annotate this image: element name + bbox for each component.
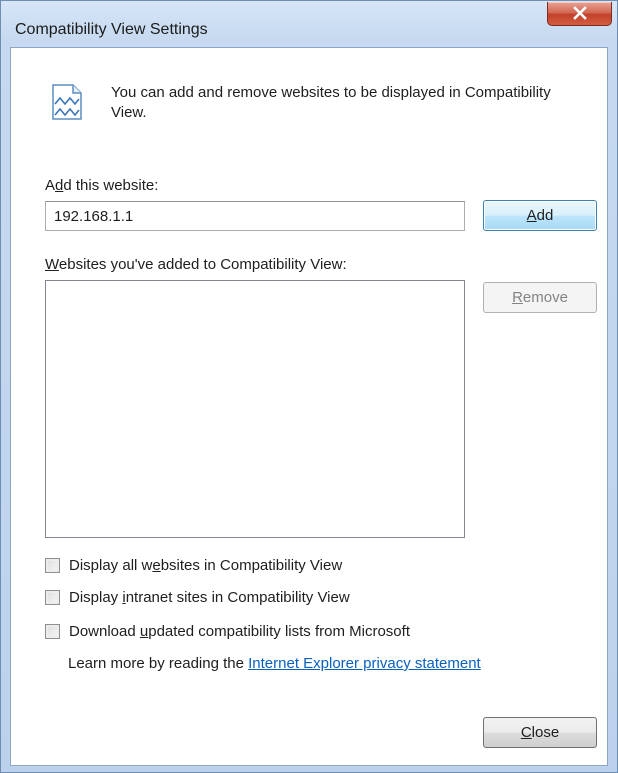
window-title: Compatibility View Settings	[15, 21, 208, 38]
websites-list-label: Websites you've added to Compatibility V…	[45, 256, 347, 273]
checkbox-display-intranet[interactable]	[45, 590, 60, 605]
privacy-statement-link[interactable]: Internet Explorer privacy statement	[248, 655, 481, 672]
window-close-button[interactable]	[547, 2, 612, 26]
websites-list[interactable]	[45, 280, 465, 538]
option-label: Download updated compatibility lists fro…	[69, 623, 410, 640]
learn-more-text: Learn more by reading the Internet Explo…	[68, 655, 481, 672]
option-label: Display all websites in Compatibility Vi…	[69, 557, 343, 574]
close-icon	[573, 6, 587, 20]
remove-button: Remove	[483, 282, 597, 313]
option-label: Display intranet sites in Compatibility …	[69, 589, 350, 606]
checkbox-display-all[interactable]	[45, 558, 60, 573]
info-text: You can add and remove websites to be di…	[111, 84, 551, 121]
title-bar[interactable]: Compatibility View Settings	[1, 1, 617, 42]
add-button[interactable]: Add	[483, 200, 597, 231]
add-website-label: Add this website:	[45, 177, 159, 194]
checkbox-download-updated[interactable]	[45, 624, 60, 639]
compatibility-view-icon	[52, 84, 82, 120]
dialog-window: Compatibility View Settings You can add …	[0, 0, 618, 773]
website-input[interactable]	[45, 201, 465, 231]
close-button[interactable]: Close	[483, 717, 597, 748]
dialog-content: You can add and remove websites to be di…	[10, 47, 608, 766]
